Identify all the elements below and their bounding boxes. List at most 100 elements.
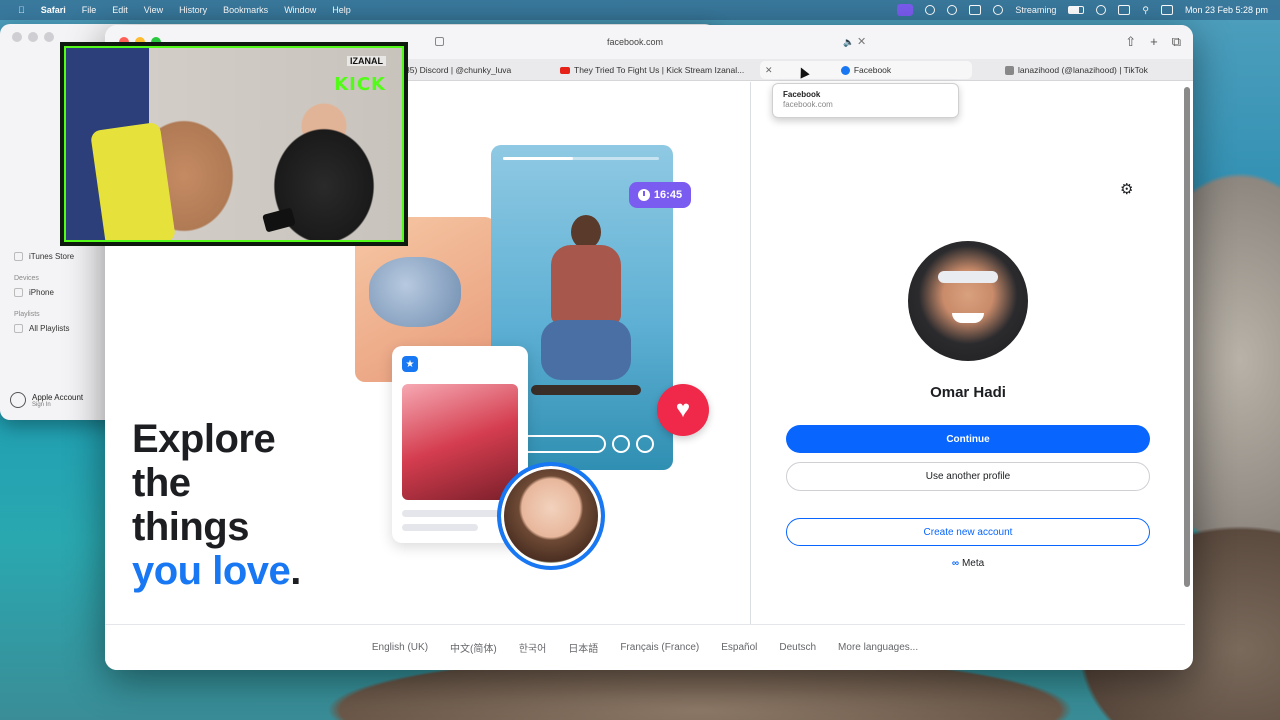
tab-facebook[interactable]: Facebook (760, 61, 972, 79)
devices-heading: Devices (14, 275, 39, 282)
tab-discord[interactable]: 85) Discord | @chunky_luva (405, 61, 545, 79)
headline-highlight: you love (132, 549, 291, 593)
sidebar-item-label: iTunes Store (29, 252, 75, 261)
menu-app-name[interactable]: Safari (33, 5, 74, 15)
heart-reaction-icon: ♥ (657, 384, 709, 436)
column-divider (750, 82, 751, 624)
wifi-icon[interactable] (1096, 5, 1107, 15)
tooltip-subtitle: facebook.com (783, 100, 833, 109)
headline-line: the (132, 461, 191, 505)
clock-icon (637, 189, 650, 201)
meta-logo: ∞ Meta (786, 558, 1150, 569)
menu-history[interactable]: History (171, 5, 215, 15)
lang-chinese[interactable]: 中文(简体) (450, 640, 497, 655)
menu-edit[interactable]: Edit (104, 5, 136, 15)
zoom-dot-icon[interactable] (44, 32, 54, 42)
profile-name: Omar Hadi (930, 384, 1006, 401)
tooltip-title: Facebook (783, 90, 821, 99)
url-text[interactable]: facebook.com (607, 37, 663, 47)
status-icon[interactable] (993, 5, 1004, 15)
meta-text: Meta (961, 558, 985, 569)
tab-label: Facebook (853, 65, 892, 75)
lang-korean[interactable]: 한국어 (519, 640, 547, 655)
profile-bubble-image (497, 462, 605, 570)
account-name: Apple Account (32, 392, 84, 402)
settings-gear-icon[interactable]: ⚙ (1120, 180, 1133, 198)
headline-line: things (132, 505, 249, 549)
placeholder-line (402, 510, 510, 517)
screen-recording-icon[interactable] (897, 4, 914, 16)
streaming-label[interactable]: Streaming (1015, 5, 1056, 15)
sidebar-item-all-playlists[interactable]: All Playlists (14, 324, 74, 333)
apple-account[interactable]: Apple Account Sign In (10, 392, 83, 408)
time-badge: 16:45 (629, 182, 691, 208)
skater-figure (531, 205, 641, 405)
time-text: 16:45 (653, 189, 683, 201)
tab-label: 85) Discord | @chunky_luva (405, 65, 512, 75)
creative-cloud-icon[interactable] (925, 5, 936, 15)
headline-period: . (290, 549, 301, 593)
meta-infinity-icon: ∞ (951, 558, 959, 569)
create-account-button[interactable]: Create new account (786, 518, 1150, 546)
headline-line: Explore (132, 417, 276, 461)
sync-icon[interactable] (947, 5, 958, 15)
apple-menu-icon[interactable]:  (10, 5, 33, 15)
webcam-overlay[interactable]: IZANAL KICK (60, 42, 408, 246)
menu-view[interactable]: View (136, 5, 171, 15)
lang-german[interactable]: Deutsch (779, 642, 816, 653)
kick-logo: KICK (334, 74, 386, 95)
new-tab-icon[interactable]: + (1150, 34, 1158, 50)
tab-overview-icon[interactable]: ⧉ (1172, 34, 1181, 50)
close-dot-icon[interactable] (12, 32, 22, 42)
search-icon[interactable]: ⚲ (1142, 5, 1149, 16)
tab-tooltip: Facebook facebook.com (772, 83, 959, 118)
use-another-profile-button[interactable]: Use another profile (786, 462, 1150, 491)
menu-file[interactable]: File (74, 5, 105, 15)
address-bar[interactable]: facebook.com (405, 33, 865, 51)
sidebar-item-label: iPhone (29, 288, 54, 297)
tab-kick-stream[interactable]: They Tried To Fight Us | Kick Stream Iza… (560, 61, 755, 79)
sidebar-item-itunes-store[interactable]: iTunes Store (14, 252, 74, 261)
control-center-icon[interactable] (1118, 5, 1131, 15)
page-scrollbar[interactable] (1184, 87, 1190, 587)
tickets-image (402, 384, 518, 500)
lang-japanese[interactable]: 日本語 (568, 640, 598, 655)
facebook-favicon-icon (840, 65, 850, 75)
sidebar-item-iphone[interactable]: iPhone (14, 288, 74, 297)
menu-help[interactable]: Help (324, 5, 359, 15)
tab-tiktok[interactable]: lanazihood (@lanazihood) | TikTok (1005, 61, 1175, 79)
siri-icon[interactable] (1160, 5, 1173, 15)
tab-label: They Tried To Fight Us | Kick Stream Iza… (574, 65, 745, 75)
video-controls (520, 435, 654, 453)
menu-bar:  Safari File Edit View History Bookmark… (0, 0, 1280, 20)
more-languages-link[interactable]: More languages... (838, 642, 918, 653)
lang-spanish[interactable]: Español (721, 642, 757, 653)
lang-french[interactable]: Français (France) (620, 642, 699, 653)
battery-icon[interactable] (1068, 6, 1085, 14)
share-icon[interactable]: ⇧ (1125, 34, 1136, 50)
menu-window[interactable]: Window (276, 5, 324, 15)
hero-headline: Explore the things you love. (132, 417, 301, 593)
menubar-datetime[interactable]: Mon 23 Feb 5:28 pm (1185, 5, 1268, 15)
account-sign-in[interactable]: Sign In (32, 402, 83, 408)
lang-english[interactable]: English (UK) (372, 642, 428, 653)
minimize-dot-icon[interactable] (28, 32, 38, 42)
continue-button[interactable]: Continue (786, 425, 1150, 453)
bookmark-badge-icon: ★ (402, 356, 418, 372)
window-icon[interactable] (969, 5, 982, 15)
audio-playing-icon[interactable]: 🔈 (843, 37, 854, 48)
clear-url-icon[interactable]: ✕ (857, 35, 866, 48)
account-icon (10, 392, 26, 408)
tab-label: lanazihood (@lanazihood) | TikTok (1018, 65, 1148, 75)
streamer-handle: IZANAL (347, 56, 386, 66)
playlists-heading: Playlists (14, 311, 40, 318)
sidebar-item-label: All Playlists (29, 324, 70, 333)
playlist-icon (14, 324, 23, 333)
video-progress-bar (503, 157, 659, 160)
profile-avatar[interactable] (908, 241, 1028, 361)
menu-bookmarks[interactable]: Bookmarks (215, 5, 276, 15)
store-icon (14, 252, 23, 261)
close-tab-icon[interactable]: ✕ (765, 65, 773, 76)
language-footer: English (UK) 中文(简体) 한국어 日本語 Français (Fr… (105, 624, 1185, 670)
placeholder-line (402, 524, 478, 531)
